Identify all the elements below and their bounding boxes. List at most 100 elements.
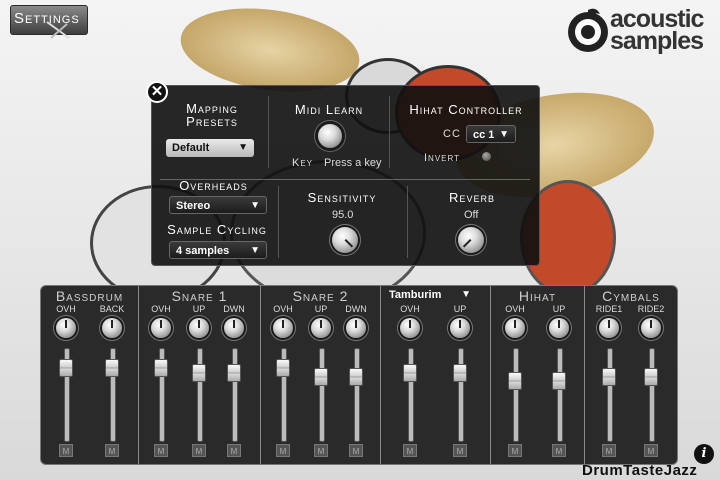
midi-learn-button[interactable] <box>318 124 342 148</box>
divider <box>389 96 390 168</box>
mute-button[interactable]: M <box>602 444 616 457</box>
channel-label: OVH <box>56 304 76 314</box>
knob-indicator <box>459 320 461 328</box>
knob-indicator <box>355 320 357 328</box>
channel-pan-knob[interactable] <box>450 318 470 338</box>
channel-pan-knob[interactable] <box>641 318 661 338</box>
fader-track <box>513 348 519 442</box>
mute-button[interactable]: M <box>508 444 522 457</box>
knob-indicator <box>344 238 354 248</box>
mixer-strip: Snare 1 OVH M UP M DWN M <box>139 286 261 464</box>
cc-label: CC <box>443 128 461 140</box>
channel-label: OVH <box>273 304 293 314</box>
mute-button[interactable]: M <box>349 444 363 457</box>
channel-fader[interactable] <box>602 368 616 386</box>
mute-button[interactable]: M <box>314 444 328 457</box>
channel-pan-knob[interactable] <box>224 318 244 338</box>
channel-pan-knob[interactable] <box>273 318 293 338</box>
mute-button[interactable]: M <box>192 444 206 457</box>
cc-value: cc 1 <box>473 129 495 141</box>
overheads-title: Overheads <box>179 178 248 193</box>
knob-indicator <box>320 320 322 328</box>
mute-button[interactable]: M <box>227 444 241 457</box>
fader-track <box>458 348 464 442</box>
channel-fader[interactable] <box>154 359 168 377</box>
knob-indicator <box>514 320 516 328</box>
channel-fader[interactable] <box>59 359 73 377</box>
strip-title: Snare 1 <box>171 288 228 304</box>
knob-indicator <box>409 320 411 328</box>
channel-fader[interactable] <box>105 359 119 377</box>
sample-cycling-dropdown[interactable]: 4 samples ▼ <box>169 241 267 259</box>
channel-label: DWN <box>345 304 367 314</box>
invert-label: Invert <box>424 152 461 164</box>
knob-indicator <box>160 320 162 328</box>
channel-fader[interactable] <box>552 372 566 390</box>
reverb-knob[interactable] <box>458 227 484 253</box>
channel-label: UP <box>314 304 328 314</box>
settings-button[interactable]: Settings <box>10 5 88 39</box>
strip-title: Bassdrum <box>55 288 124 304</box>
knob-indicator <box>65 320 67 328</box>
channel-fader[interactable] <box>227 364 241 382</box>
mapping-presets-title-line2: Presets <box>186 114 238 129</box>
info-button[interactable]: i <box>694 444 714 464</box>
mute-button[interactable]: M <box>276 444 290 457</box>
fader-track <box>232 348 238 442</box>
sensitivity-knob[interactable] <box>332 227 358 253</box>
channel-pan-knob[interactable] <box>599 318 619 338</box>
mapping-presets-dropdown[interactable]: Default ▼ <box>166 139 254 157</box>
channel-pan-knob[interactable] <box>549 318 569 338</box>
fader-track <box>649 348 655 442</box>
knob-indicator <box>282 320 284 328</box>
channel-pan-knob[interactable] <box>346 318 366 338</box>
knob-indicator <box>111 320 113 328</box>
channel-pan-knob[interactable] <box>151 318 171 338</box>
knob-indicator <box>608 320 610 328</box>
channel-fader[interactable] <box>276 359 290 377</box>
channel-label: UP <box>552 304 566 314</box>
channel-fader[interactable] <box>314 368 328 386</box>
channel-fader[interactable] <box>403 364 417 382</box>
channel-pan-knob[interactable] <box>102 318 122 338</box>
close-panel-button[interactable]: ✕ <box>146 81 168 103</box>
mute-button[interactable]: M <box>59 444 73 457</box>
dropdown-arrow-icon: ▼ <box>238 142 248 153</box>
channel-pan-knob[interactable] <box>311 318 331 338</box>
fader-track <box>197 348 203 442</box>
strip-title: Cymbals <box>602 288 660 304</box>
mute-button[interactable]: M <box>105 444 119 457</box>
key-value: Press a key <box>324 157 382 169</box>
mute-button[interactable]: M <box>403 444 417 457</box>
channel-fader[interactable] <box>349 368 363 386</box>
fader-track <box>319 348 325 442</box>
mixer-strip: Cymbals RIDE1 M RIDE2 M <box>585 286 677 464</box>
overheads-dropdown[interactable]: Stereo ▼ <box>169 196 267 214</box>
channel-pan-knob[interactable] <box>505 318 525 338</box>
cc-dropdown[interactable]: cc 1 ▼ <box>466 125 516 143</box>
channel-label: RIDE1 <box>595 304 623 314</box>
strip-title: Snare 2 <box>292 288 349 304</box>
mute-button[interactable]: M <box>552 444 566 457</box>
sensitivity-title: Sensitivity <box>307 190 377 205</box>
mute-button[interactable]: M <box>453 444 467 457</box>
channel-fader[interactable] <box>508 372 522 390</box>
channel-pan-knob[interactable] <box>189 318 209 338</box>
sensitivity-value: 95.0 <box>332 209 354 221</box>
invert-toggle[interactable] <box>482 152 491 161</box>
channel-pan-knob[interactable] <box>56 318 76 338</box>
tamburim-dropdown[interactable]: Tamburim ▼ <box>389 289 471 301</box>
channel-fader[interactable] <box>192 364 206 382</box>
wrench-screwdriver-icon <box>46 21 70 39</box>
mute-button[interactable]: M <box>154 444 168 457</box>
logo-line-2: samples <box>610 27 704 55</box>
mute-button[interactable]: M <box>644 444 658 457</box>
mapping-presets-title: Mapping Presets <box>172 102 252 128</box>
channel-fader[interactable] <box>453 364 467 382</box>
fader-track <box>354 348 360 442</box>
sample-cycling-value: 4 samples <box>176 245 230 257</box>
channel-fader[interactable] <box>644 368 658 386</box>
channel-label: OVH <box>151 304 171 314</box>
channel-label: RIDE2 <box>637 304 665 314</box>
channel-pan-knob[interactable] <box>400 318 420 338</box>
